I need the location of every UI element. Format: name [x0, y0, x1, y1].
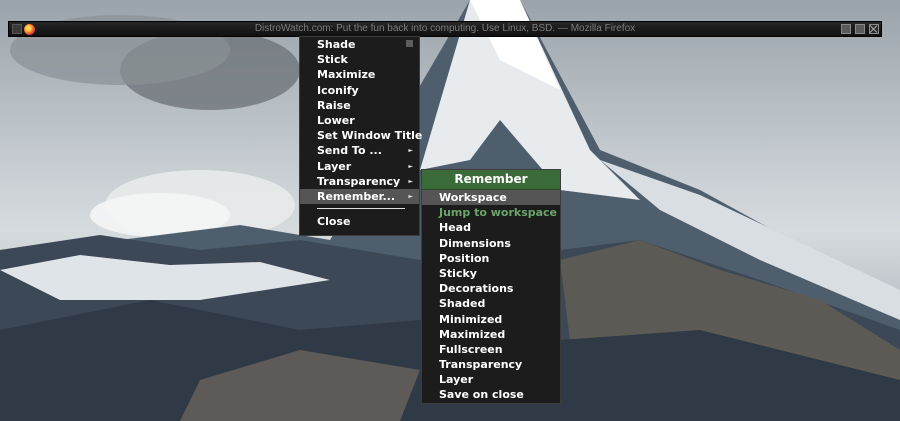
menu-item-raise[interactable]: Raise: [300, 98, 419, 113]
menu-item-label: Stick: [317, 53, 348, 67]
remember-item-layer[interactable]: Layer: [422, 372, 560, 387]
menu-item-send-to[interactable]: Send To ... ►: [300, 143, 419, 158]
menu-item-layer[interactable]: Layer ►: [300, 159, 419, 174]
submenu-arrow-icon: ►: [408, 147, 413, 155]
remember-item-minimized[interactable]: Minimized: [422, 312, 560, 327]
remember-item-fullscreen[interactable]: Fullscreen: [422, 342, 560, 357]
minimize-icon[interactable]: [841, 24, 851, 34]
window-titlebar[interactable]: DistroWatch.com: Put the fun back into c…: [8, 21, 882, 37]
menu-item-label: Maximize: [317, 68, 376, 82]
menu-item-label: Close: [317, 215, 351, 229]
menu-item-label: Dimensions: [439, 236, 511, 250]
menu-item-close[interactable]: Close: [300, 214, 419, 229]
menu-item-set-window-title[interactable]: Set Window Title: [300, 128, 423, 143]
remember-submenu: Remember Workspace Jump to workspace Hea…: [421, 169, 561, 404]
menu-item-label: Set Window Title: [317, 129, 423, 143]
window-title: DistroWatch.com: Put the fun back into c…: [254, 23, 636, 34]
menu-item-label: Maximized: [439, 327, 506, 341]
remember-item-workspace[interactable]: Workspace: [422, 190, 560, 206]
menu-item-shade[interactable]: Shade: [300, 37, 419, 52]
menu-item-label: Position: [439, 251, 490, 265]
menu-item-label: Fullscreen: [439, 342, 503, 356]
menu-item-label: Raise: [317, 98, 351, 112]
menu-item-label: Sticky: [439, 266, 477, 280]
remember-item-transparency[interactable]: Transparency: [422, 357, 560, 372]
menu-item-label: Send To ...: [317, 144, 382, 158]
remember-item-head[interactable]: Head: [422, 220, 560, 235]
menu-item-label: Workspace: [439, 191, 507, 204]
menu-item-iconify[interactable]: Iconify: [300, 83, 419, 98]
remember-item-sticky[interactable]: Sticky: [422, 266, 560, 281]
menu-item-label: Transparency: [439, 358, 523, 372]
menu-item-label: Shade: [317, 38, 356, 51]
submenu-title: Remember: [422, 170, 560, 190]
checkbox-icon: [406, 40, 413, 47]
remember-item-shaded[interactable]: Shaded: [422, 296, 560, 311]
menu-item-maximize[interactable]: Maximize: [300, 67, 419, 82]
menu-item-label: Iconify: [317, 83, 359, 97]
menu-item-lower[interactable]: Lower: [300, 113, 419, 128]
remember-item-jump-to-workspace[interactable]: Jump to workspace: [422, 205, 560, 220]
menu-item-label: Transparency: [317, 174, 401, 188]
menu-item-label: Lower: [317, 113, 355, 127]
menu-item-label: Shaded: [439, 297, 486, 311]
remember-item-decorations[interactable]: Decorations: [422, 281, 560, 296]
remember-item-position[interactable]: Position: [422, 251, 560, 266]
menu-item-label: Decorations: [439, 282, 514, 296]
menu-item-label: Minimized: [439, 312, 503, 326]
menu-item-label: Jump to workspace: [439, 206, 558, 220]
menu-item-label: Remember...: [317, 189, 396, 203]
submenu-arrow-icon: ►: [408, 192, 413, 200]
remember-item-dimensions[interactable]: Dimensions: [422, 236, 560, 251]
submenu-arrow-icon: ►: [408, 177, 413, 185]
submenu-arrow-icon: ►: [408, 162, 413, 170]
window-menu: Shade Stick Maximize Iconify Raise Lower…: [299, 36, 423, 236]
menu-separator: [300, 204, 419, 214]
maximize-icon[interactable]: [855, 24, 865, 34]
remember-item-save-on-close[interactable]: Save on close: [422, 387, 560, 402]
menu-item-stick[interactable]: Stick: [300, 52, 419, 67]
close-icon[interactable]: [869, 24, 879, 34]
menu-item-label: Layer: [317, 159, 352, 173]
menu-item-label: Save on close: [439, 388, 524, 402]
menu-item-label: Head: [439, 221, 471, 235]
menu-item-remember[interactable]: Remember... ►: [300, 188, 419, 205]
menu-item-transparency[interactable]: Transparency ►: [300, 174, 419, 189]
menu-item-label: Layer: [439, 373, 474, 387]
remember-item-maximized[interactable]: Maximized: [422, 327, 560, 342]
